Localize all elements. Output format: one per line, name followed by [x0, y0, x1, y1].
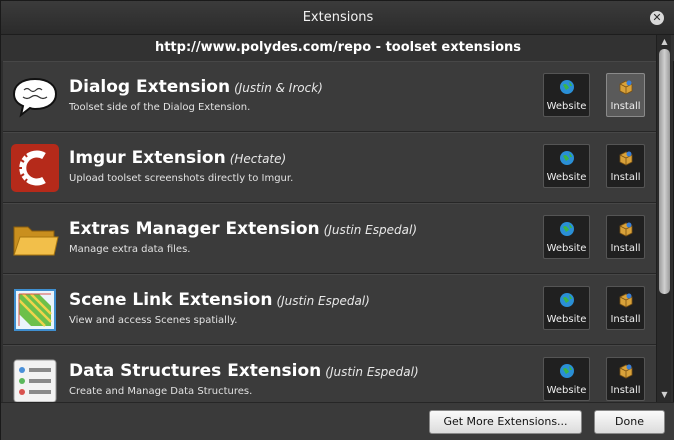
- website-label: Website: [546, 101, 587, 112]
- extension-description: Upload toolset screenshots directly to I…: [69, 173, 294, 184]
- website-label: Website: [546, 385, 587, 396]
- website-label: Website: [546, 172, 587, 183]
- globe-icon: [560, 222, 574, 236]
- globe-icon: [560, 151, 574, 165]
- extension-list: Dialog Extension (Justin & Irock) Toolset…: [3, 61, 657, 402]
- website-label: Website: [546, 314, 587, 325]
- imgur-logo-icon: [11, 144, 59, 192]
- install-button[interactable]: Install: [606, 144, 645, 188]
- extension-author: (Justin & Irock): [234, 81, 323, 95]
- package-icon: [619, 151, 633, 166]
- extension-description: Manage extra data files.: [69, 244, 191, 255]
- extension-description: Toolset side of the Dialog Extension.: [69, 102, 251, 113]
- list-icon: [13, 359, 57, 402]
- install-button[interactable]: Install: [606, 73, 645, 117]
- list-item: Scene Link Extension (Justin Espedal) Vie…: [3, 274, 657, 345]
- extension-description: View and access Scenes spatially.: [69, 315, 238, 326]
- extension-author: (Justin Espedal): [323, 223, 417, 237]
- package-icon: [619, 293, 633, 308]
- map-icon: [14, 289, 56, 331]
- install-button[interactable]: Install: [606, 286, 645, 330]
- speech-bubble-icon: [12, 77, 58, 118]
- extensions-dialog: Extensions ✕ http://www.polydes.com/repo…: [0, 0, 674, 440]
- list-item: Imgur Extension (Hectate) Upload toolset …: [3, 132, 657, 203]
- done-button[interactable]: Done: [594, 410, 665, 434]
- vertical-scrollbar[interactable]: ▲ ▼: [656, 35, 671, 402]
- extension-description: Create and Manage Data Structures.: [69, 386, 253, 397]
- globe-icon: [560, 80, 574, 94]
- dialog-footer: Get More Extensions... Done: [1, 402, 674, 440]
- extension-name: Data Structures Extension (Justin Espedal…: [69, 361, 419, 381]
- install-button[interactable]: Install: [606, 215, 645, 259]
- list-item: Extras Manager Extension (Justin Espedal)…: [3, 203, 657, 274]
- globe-icon: [560, 293, 574, 307]
- get-more-extensions-button[interactable]: Get More Extensions...: [429, 410, 582, 434]
- install-label: Install: [610, 314, 641, 325]
- website-button[interactable]: Website: [543, 286, 590, 330]
- install-button[interactable]: Install: [606, 357, 645, 401]
- install-label: Install: [610, 243, 641, 254]
- close-icon: ✕: [652, 11, 662, 24]
- list-item: Dialog Extension (Justin & Irock) Toolset…: [3, 61, 657, 132]
- close-button[interactable]: ✕: [650, 11, 664, 25]
- extension-name: Scene Link Extension (Justin Espedal): [69, 290, 370, 310]
- website-button[interactable]: Website: [543, 215, 590, 259]
- title-bar: Extensions ✕: [1, 1, 674, 35]
- website-label: Website: [546, 243, 587, 254]
- scroll-up-arrow-icon[interactable]: ▲: [659, 37, 670, 47]
- folder-icon: [13, 226, 59, 256]
- extension-author: (Justin Espedal): [325, 365, 419, 379]
- globe-icon: [560, 364, 574, 378]
- window-title: Extensions: [302, 10, 374, 25]
- extension-author: (Justin Espedal): [276, 294, 370, 308]
- package-icon: [619, 222, 633, 237]
- extension-name: Imgur Extension (Hectate): [69, 148, 287, 168]
- package-icon: [619, 80, 633, 95]
- install-label: Install: [610, 101, 641, 112]
- scroll-down-arrow-icon[interactable]: ▼: [659, 390, 670, 400]
- website-button[interactable]: Website: [543, 357, 590, 401]
- repo-header: http://www.polydes.com/repo - toolset ex…: [1, 35, 674, 61]
- install-label: Install: [610, 385, 641, 396]
- package-icon: [619, 364, 633, 379]
- scroll-thumb[interactable]: [659, 49, 670, 294]
- repo-url: http://www.polydes.com/repo - toolset ex…: [154, 40, 522, 55]
- list-item: Data Structures Extension (Justin Espedal…: [3, 345, 657, 402]
- website-button[interactable]: Website: [543, 73, 590, 117]
- extension-name: Dialog Extension (Justin & Irock): [69, 77, 323, 97]
- install-label: Install: [610, 172, 641, 183]
- website-button[interactable]: Website: [543, 144, 590, 188]
- extension-author: (Hectate): [229, 152, 287, 166]
- extension-name: Extras Manager Extension (Justin Espedal): [69, 219, 417, 239]
